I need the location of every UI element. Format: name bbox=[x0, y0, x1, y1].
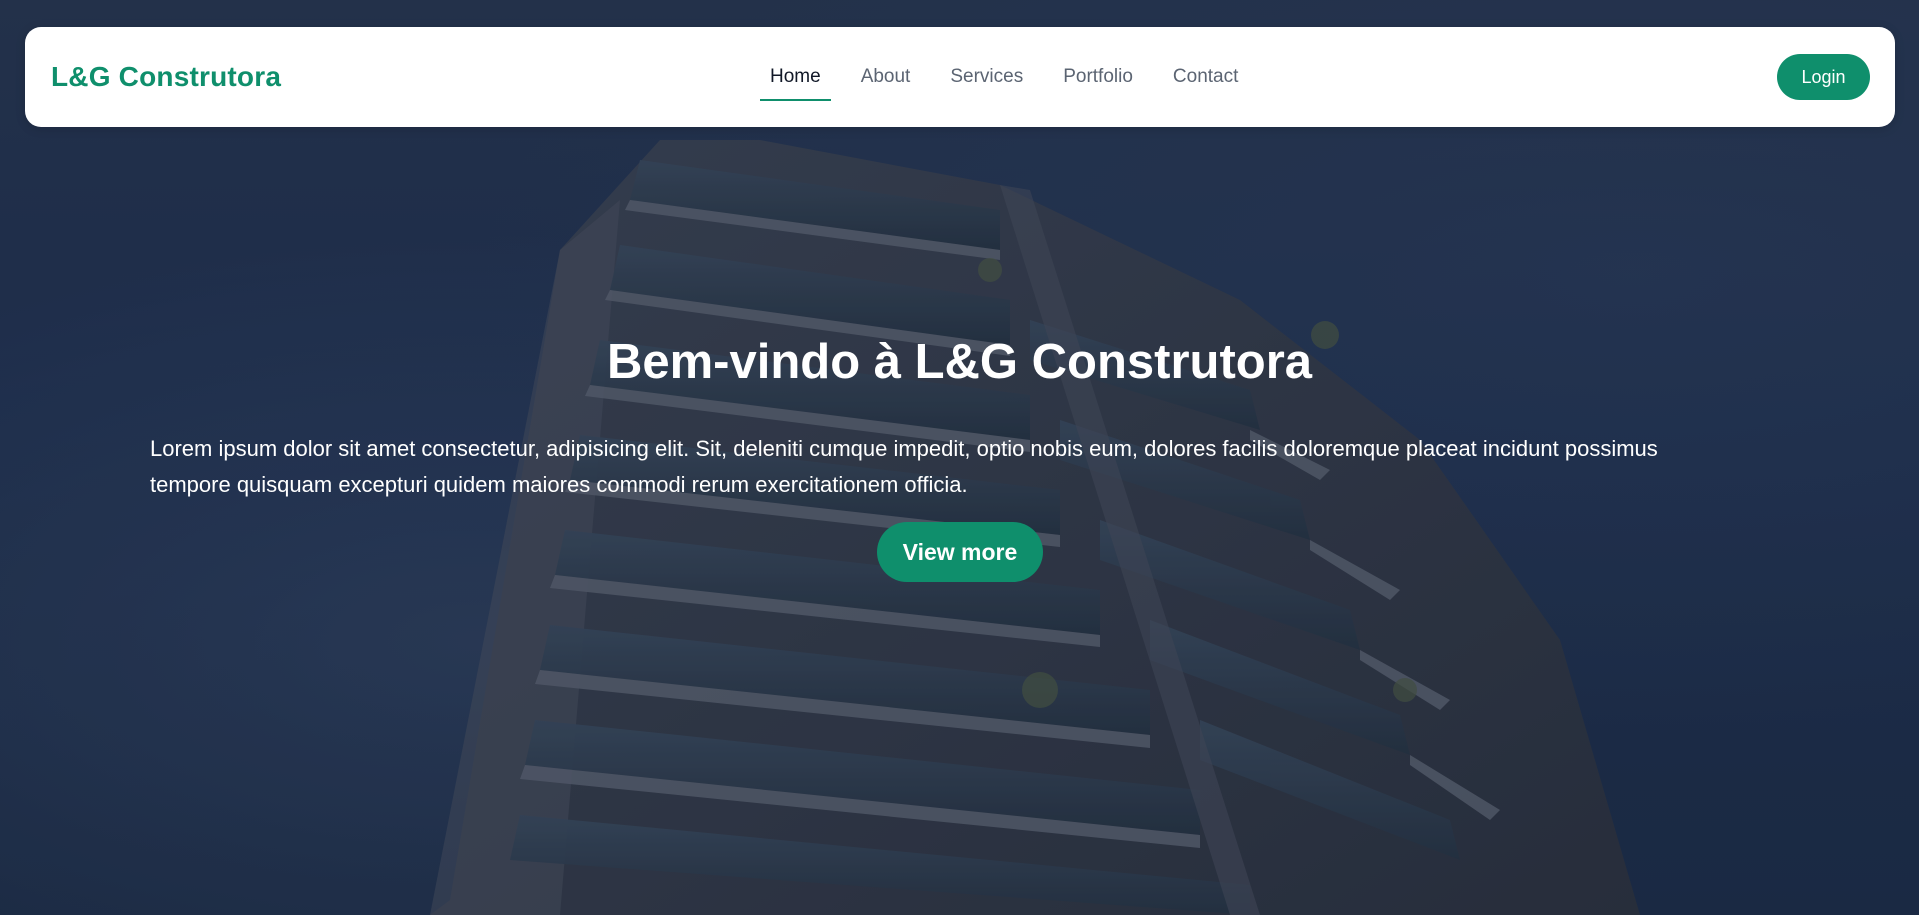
nav-link-contact[interactable]: Contact bbox=[1163, 27, 1248, 127]
nav-link-home[interactable]: Home bbox=[760, 27, 831, 127]
nav-link-portfolio[interactable]: Portfolio bbox=[1053, 27, 1143, 127]
hero-section: Bem-vindo à L&G Construtora Lorem ipsum … bbox=[0, 0, 1919, 915]
hero-description: Lorem ipsum dolor sit amet consectetur, … bbox=[150, 436, 1658, 497]
main-nav: Home About Services Portfolio Contact bbox=[760, 27, 1268, 127]
view-more-button[interactable]: View more bbox=[877, 522, 1043, 582]
nav-link-services[interactable]: Services bbox=[940, 27, 1033, 127]
brand-logo[interactable]: L&G Construtora bbox=[51, 61, 281, 93]
nav-link-about[interactable]: About bbox=[851, 27, 921, 127]
hero-title: Bem-vindo à L&G Construtora bbox=[606, 335, 1313, 389]
login-button[interactable]: Login bbox=[1777, 54, 1870, 100]
navbar: L&G Construtora Home About Services Port… bbox=[25, 27, 1895, 127]
